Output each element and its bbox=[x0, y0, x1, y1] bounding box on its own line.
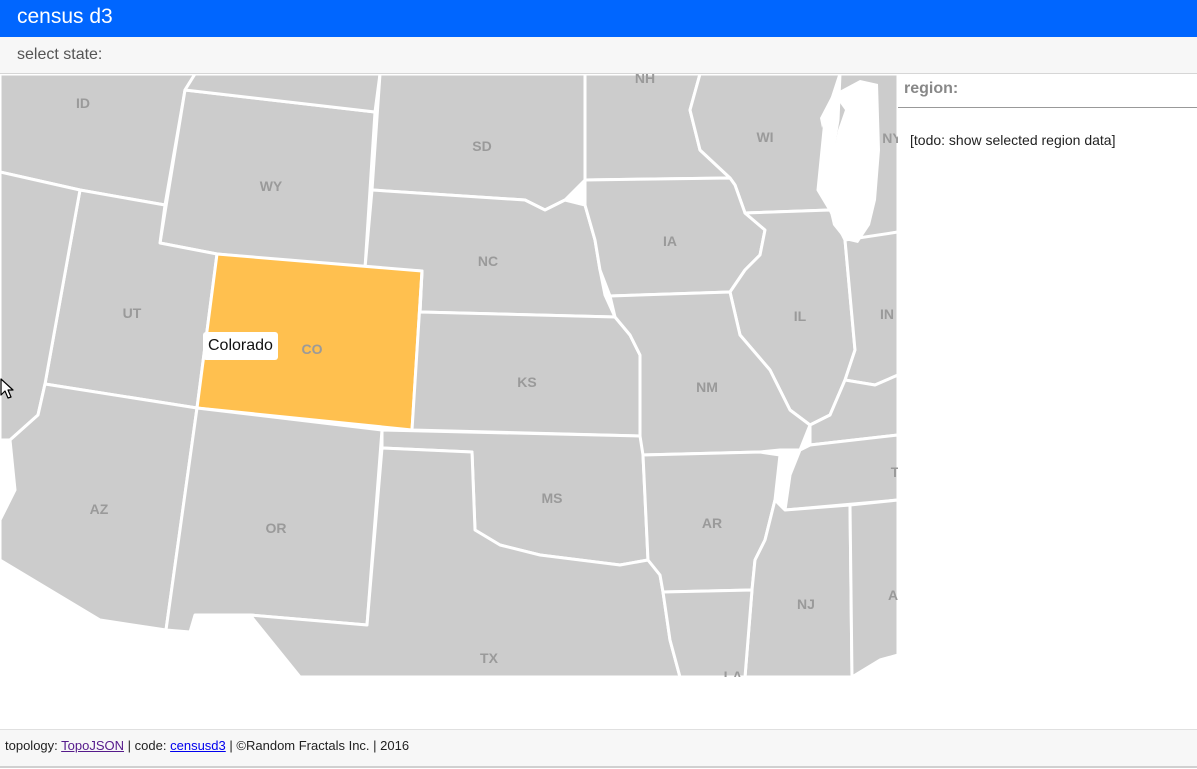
label-ms: MS bbox=[542, 490, 563, 506]
footer-separator: | bbox=[229, 738, 233, 753]
region-panel: region: [todo: show selected region data… bbox=[898, 74, 1197, 677]
label-nh: NH bbox=[635, 74, 655, 86]
region-title: region: bbox=[904, 80, 959, 97]
state-la[interactable] bbox=[661, 588, 754, 677]
footer-credits: topology: TopoJSON | code: censusd3 | ©R… bbox=[5, 738, 409, 753]
label-co: CO bbox=[302, 341, 323, 357]
app-title: census d3 bbox=[17, 5, 113, 28]
label-wi: WI bbox=[756, 129, 773, 145]
label-il: IL bbox=[794, 308, 807, 324]
censusd3-link[interactable]: censusd3 bbox=[170, 738, 226, 753]
label-az: AZ bbox=[90, 501, 109, 517]
topojson-link[interactable]: TopoJSON bbox=[61, 738, 124, 753]
label-id: ID bbox=[76, 95, 90, 111]
footer-separator: | bbox=[373, 738, 377, 753]
label-a: A bbox=[888, 587, 898, 603]
label-nm: NM bbox=[696, 379, 718, 395]
region-divider bbox=[898, 107, 1197, 108]
label-ny: NY bbox=[882, 130, 898, 146]
region-data-placeholder: [todo: show selected region data] bbox=[910, 132, 1116, 148]
state-select-bar: select state: bbox=[0, 37, 1197, 74]
label-or: OR bbox=[266, 520, 287, 536]
copyright-text: ©Random Fractals Inc. bbox=[236, 738, 370, 753]
footer: topology: TopoJSON | code: censusd3 | ©R… bbox=[0, 729, 1197, 768]
mouse-pointer-icon bbox=[0, 378, 14, 399]
us-map[interactable]: ID WY SD NH WI NY UT CO NC IA IL IN KS N… bbox=[0, 74, 898, 677]
label-la: LA bbox=[724, 668, 743, 677]
state-tooltip: Colorado bbox=[203, 332, 278, 360]
topology-label: topology: bbox=[5, 738, 58, 753]
label-ut: UT bbox=[123, 305, 142, 321]
label-sd: SD bbox=[472, 138, 491, 154]
label-t: T bbox=[891, 464, 898, 480]
label-ia: IA bbox=[663, 233, 677, 249]
code-label: code: bbox=[134, 738, 167, 753]
label-ks: KS bbox=[517, 374, 536, 390]
map-view[interactable]: ID WY SD NH WI NY UT CO NC IA IL IN KS N… bbox=[0, 74, 898, 677]
label-wy: WY bbox=[260, 178, 283, 194]
label-in: IN bbox=[880, 306, 894, 322]
label-tx: TX bbox=[480, 650, 499, 666]
select-state-label[interactable]: select state: bbox=[17, 46, 102, 64]
label-nj: NJ bbox=[797, 596, 815, 612]
label-ar: AR bbox=[702, 515, 722, 531]
footer-separator: | bbox=[127, 738, 132, 753]
label-nc: NC bbox=[478, 253, 498, 269]
copyright-year: 2016 bbox=[380, 738, 410, 753]
app-header: census d3 bbox=[0, 0, 1197, 37]
